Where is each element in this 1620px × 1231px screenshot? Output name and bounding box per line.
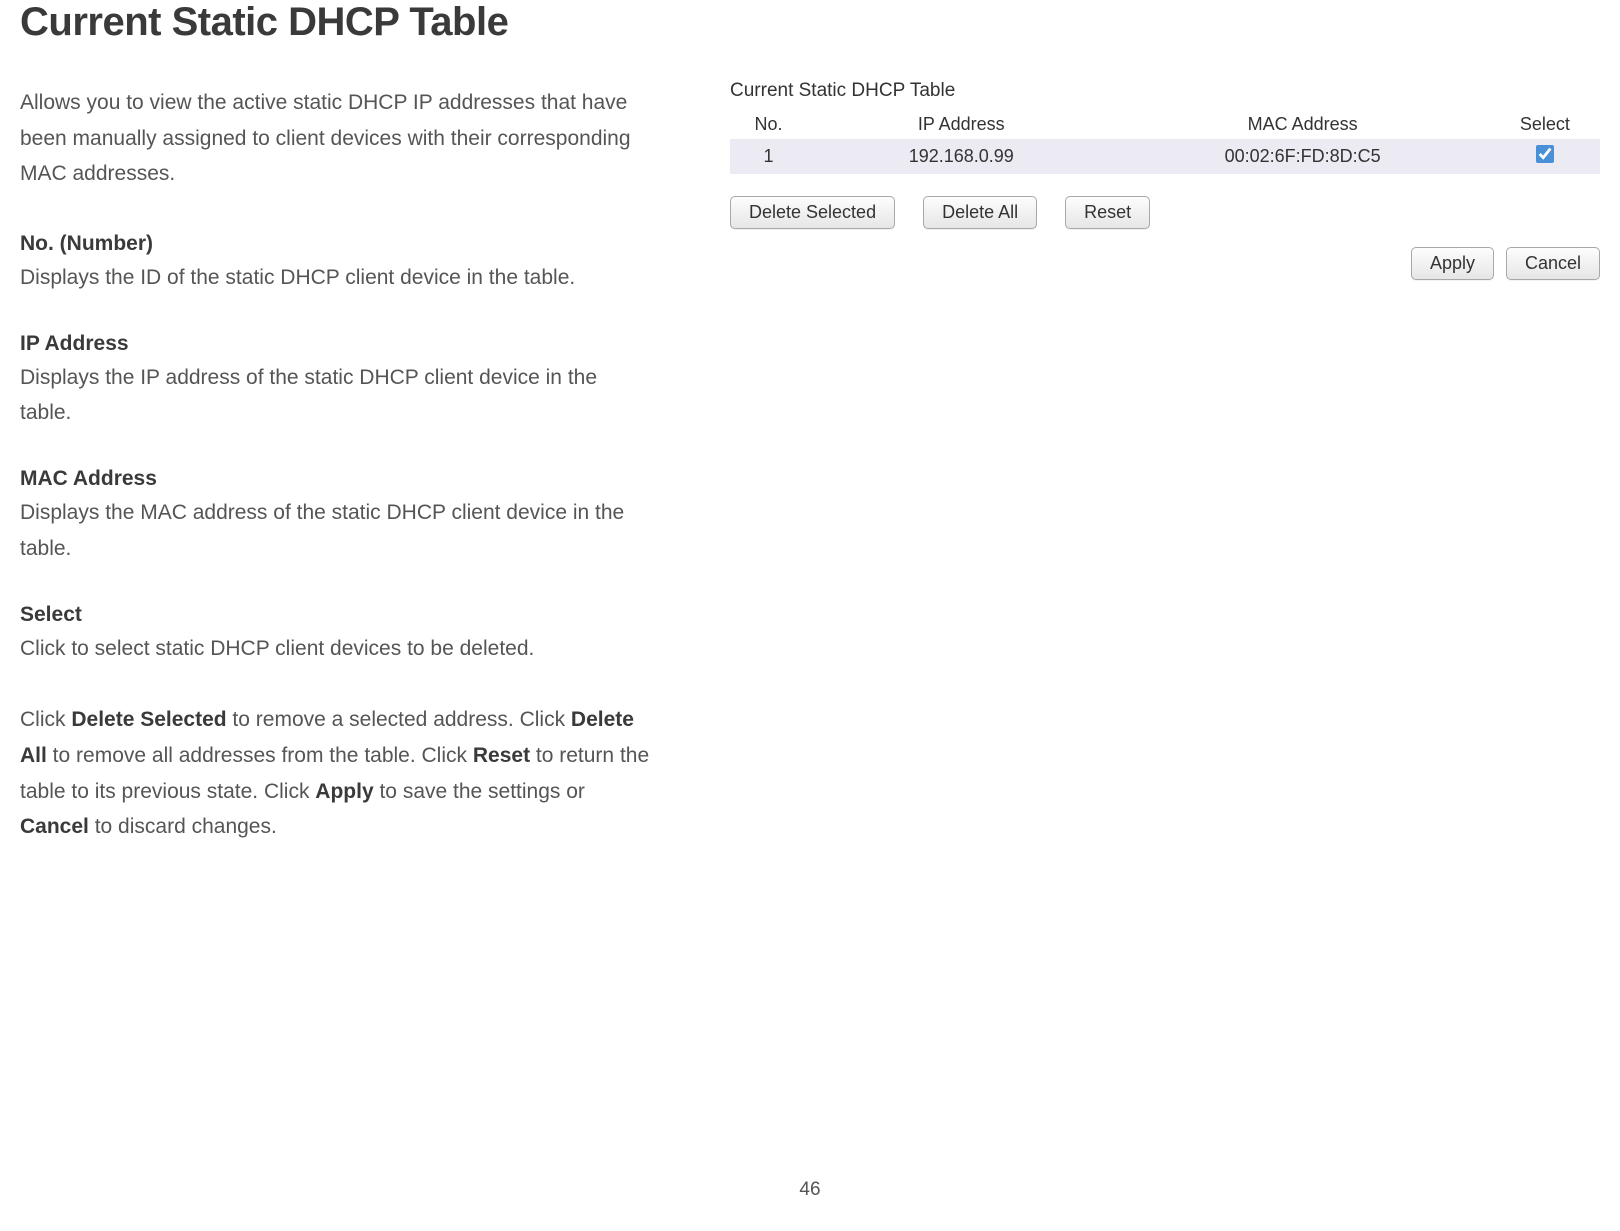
- text: to save the settings or: [374, 780, 585, 803]
- definition-body: Click to select static DHCP client devic…: [20, 631, 650, 667]
- cancel-button[interactable]: Cancel: [1506, 247, 1600, 280]
- header-ip: IP Address: [807, 110, 1115, 139]
- definition-title: MAC Address: [20, 467, 650, 491]
- buttons-paragraph: Click Delete Selected to remove a select…: [20, 702, 650, 845]
- definition-body: Displays the IP address of the static DH…: [20, 360, 650, 431]
- bold-delete-selected: Delete Selected: [71, 708, 226, 731]
- definition-title: IP Address: [20, 332, 650, 356]
- cell-mac: 00:02:6F:FD:8D:C5: [1115, 139, 1489, 174]
- header-mac: MAC Address: [1115, 110, 1489, 139]
- intro-paragraph: Allows you to view the active static DHC…: [20, 85, 650, 192]
- definition-title: Select: [20, 603, 650, 627]
- reset-button[interactable]: Reset: [1065, 196, 1150, 229]
- table-row: 1 192.168.0.99 00:02:6F:FD:8D:C5: [730, 139, 1600, 174]
- page-title: Current Static DHCP Table: [20, 0, 650, 45]
- definition-body: Displays the ID of the static DHCP clien…: [20, 260, 650, 296]
- definition-body: Displays the MAC address of the static D…: [20, 495, 650, 566]
- cell-select: [1490, 139, 1600, 174]
- text: to discard changes.: [89, 815, 277, 838]
- definition-no: No. (Number) Displays the ID of the stat…: [20, 232, 650, 296]
- definition-select: Select Click to select static DHCP clien…: [20, 603, 650, 667]
- text: Click: [20, 708, 71, 731]
- header-select: Select: [1490, 110, 1600, 139]
- definition-title: No. (Number): [20, 232, 650, 256]
- confirm-button-row: Apply Cancel: [730, 247, 1600, 280]
- delete-all-button[interactable]: Delete All: [923, 196, 1037, 229]
- panel-title: Current Static DHCP Table: [730, 80, 1600, 102]
- text: to remove all addresses from the table. …: [47, 744, 473, 767]
- cell-ip: 192.168.0.99: [807, 139, 1115, 174]
- header-no: No.: [730, 110, 807, 139]
- bold-cancel: Cancel: [20, 815, 89, 838]
- apply-button[interactable]: Apply: [1411, 247, 1494, 280]
- dhcp-table: No. IP Address MAC Address Select 1 192.…: [730, 110, 1600, 174]
- text: to remove a selected address. Click: [227, 708, 571, 731]
- cell-no: 1: [730, 139, 807, 174]
- definition-ip: IP Address Displays the IP address of th…: [20, 332, 650, 431]
- bold-apply: Apply: [315, 780, 373, 803]
- definition-mac: MAC Address Displays the MAC address of …: [20, 467, 650, 566]
- row-select-checkbox[interactable]: [1536, 145, 1554, 163]
- action-button-row: Delete Selected Delete All Reset: [730, 196, 1600, 229]
- bold-reset: Reset: [473, 744, 530, 767]
- table-header-row: No. IP Address MAC Address Select: [730, 110, 1600, 139]
- page-number: 46: [799, 1179, 820, 1201]
- delete-selected-button[interactable]: Delete Selected: [730, 196, 895, 229]
